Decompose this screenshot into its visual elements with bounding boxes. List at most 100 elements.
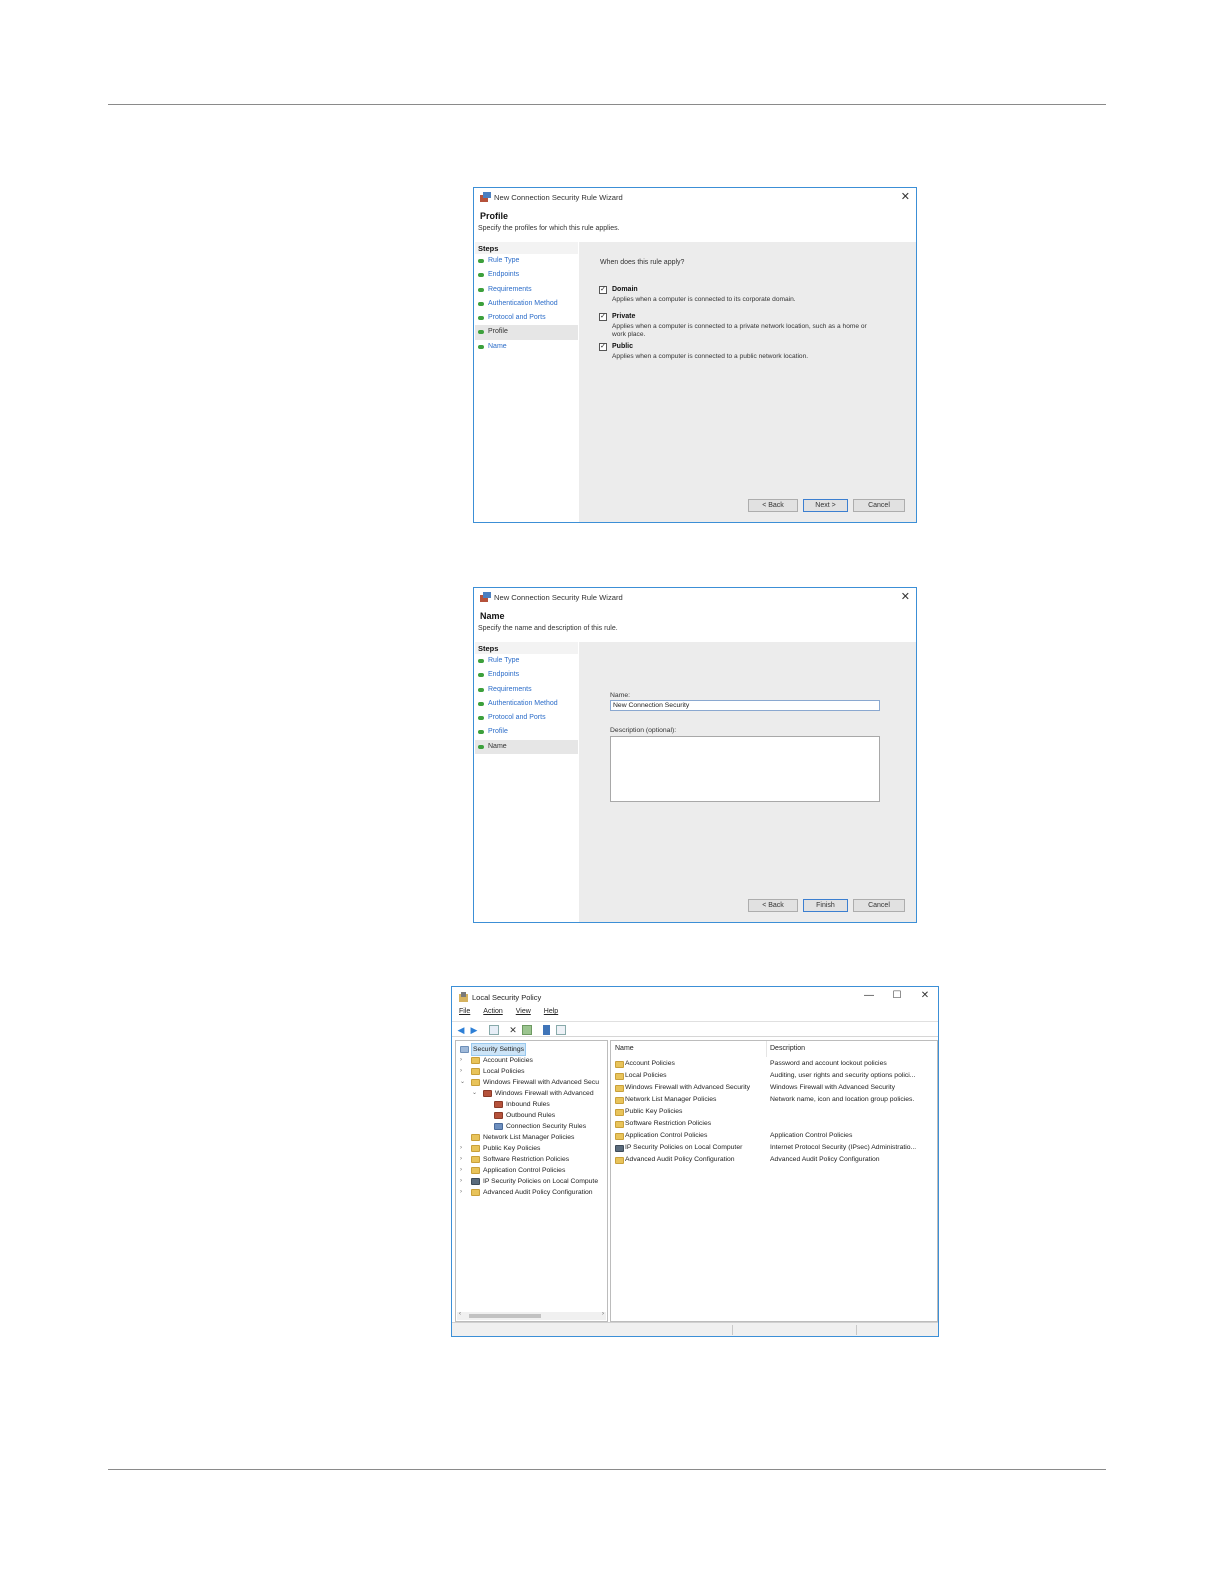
help-icon[interactable] (556, 1025, 566, 1035)
cancel-button[interactable]: Cancel (853, 499, 905, 512)
step-protocol-and-ports[interactable]: Protocol and Ports (475, 311, 578, 325)
folder-icon (471, 1079, 480, 1086)
column-header-name[interactable]: Name (615, 1045, 634, 1052)
page-subtitle: Specify the profiles for which this rule… (478, 225, 620, 232)
export-list-icon[interactable] (522, 1025, 532, 1035)
delete-icon[interactable]: ✕ (508, 1025, 518, 1035)
step-profile[interactable]: Profile (475, 325, 578, 340)
step-endpoints[interactable]: Endpoints (475, 668, 578, 682)
page-heading: Profile (480, 211, 509, 221)
step-bullet-icon (478, 316, 484, 321)
show-hide-tree-icon[interactable] (489, 1025, 499, 1035)
column-header-description[interactable]: Description (770, 1045, 805, 1052)
folder-icon (471, 1145, 480, 1152)
menu-help[interactable]: Help (544, 1008, 558, 1020)
step-requirements[interactable]: Requirements (475, 283, 578, 297)
list-item[interactable]: Account Policies Password and account loc… (611, 1059, 937, 1071)
column-divider[interactable] (766, 1041, 767, 1057)
chevron-down-icon[interactable]: ⌄ (472, 1088, 477, 1099)
step-bullet-icon (478, 273, 484, 278)
step-rule-type[interactable]: Rule Type (475, 654, 578, 668)
step-bullet-icon (478, 701, 484, 706)
close-button[interactable]: ✕ (918, 990, 932, 1001)
chevron-right-icon[interactable]: › (460, 1055, 462, 1066)
wizard-content: Name: New Connection Security Descriptio… (579, 642, 916, 922)
question-text: When does this rule apply? (600, 259, 685, 266)
cancel-button[interactable]: Cancel (853, 899, 905, 912)
chevron-right-icon[interactable]: › (460, 1176, 462, 1187)
option-label: Domain (612, 286, 638, 293)
scroll-left-icon[interactable]: ‹ (459, 1311, 461, 1317)
status-divider (856, 1325, 857, 1335)
folder-icon (615, 1121, 624, 1128)
chevron-right-icon[interactable]: › (460, 1187, 462, 1198)
name-input[interactable]: New Connection Security (610, 700, 880, 711)
list-item[interactable]: Public Key Policies (611, 1107, 937, 1119)
outbound-rules-icon (494, 1112, 503, 1119)
back-button[interactable]: < Back (748, 499, 798, 512)
list-item[interactable]: Windows Firewall with Advanced Security W… (611, 1083, 937, 1095)
forward-arrow-icon[interactable]: ▶ (469, 1025, 479, 1035)
firewall-icon (480, 192, 491, 202)
firewall-icon (483, 1090, 492, 1097)
step-name[interactable]: Name (475, 739, 578, 755)
option-label: Public (612, 343, 634, 350)
step-bullet-icon (478, 659, 484, 663)
chevron-right-icon[interactable]: › (460, 1165, 462, 1176)
list-item[interactable]: Local Policies Auditing, user rights and … (611, 1071, 937, 1083)
list-item[interactable]: Network List Manager Policies Network nam… (611, 1095, 937, 1107)
close-button[interactable]: ✕ (901, 190, 910, 203)
step-protocol-and-ports[interactable]: Protocol and Ports (475, 711, 578, 725)
menu-action[interactable]: Action (483, 1008, 502, 1020)
list-item[interactable]: IP Security Policies on Local Computer In… (611, 1143, 937, 1155)
step-profile[interactable]: Profile (475, 725, 578, 739)
public-checkbox[interactable]: ✓ (599, 343, 607, 351)
description-textarea[interactable] (610, 736, 880, 802)
step-authentication-method[interactable]: Authentication Method (475, 697, 578, 711)
horizontal-scrollbar[interactable]: ‹ › (457, 1311, 606, 1320)
security-policy-icon (459, 992, 468, 1002)
folder-icon (615, 1085, 624, 1092)
step-endpoints[interactable]: Endpoints (475, 268, 578, 282)
folder-icon (471, 1156, 480, 1163)
folder-icon (471, 1057, 480, 1064)
maximize-button[interactable]: ☐ (890, 990, 904, 1001)
properties-icon[interactable] (543, 1025, 550, 1035)
option-description: Applies when a computer is connected to … (612, 353, 809, 360)
list-item[interactable]: Advanced Audit Policy Configuration Advan… (611, 1155, 937, 1167)
step-authentication-method[interactable]: Authentication Method (475, 297, 578, 311)
back-button[interactable]: < Back (748, 899, 798, 912)
folder-icon (471, 1167, 480, 1174)
chevron-down-icon[interactable]: ⌄ (460, 1077, 465, 1088)
window-title: New Connection Security Rule Wizard (494, 593, 623, 602)
window-title: Local Security Policy (472, 993, 542, 1002)
close-button[interactable]: ✕ (901, 590, 910, 603)
menu-view[interactable]: View (516, 1008, 531, 1020)
steps-panel: Steps Rule Type Endpoints Requirements A… (475, 242, 578, 522)
chevron-right-icon[interactable]: › (460, 1143, 462, 1154)
scrollbar-thumb[interactable] (469, 1314, 541, 1318)
step-bullet-icon (478, 730, 484, 735)
scroll-right-icon[interactable]: › (602, 1311, 604, 1317)
step-requirements[interactable]: Requirements (475, 683, 578, 697)
chevron-right-icon[interactable]: › (460, 1154, 462, 1165)
status-bar (452, 1322, 938, 1336)
menu-file[interactable]: File (459, 1008, 470, 1020)
list-item[interactable]: Application Control Policies Application … (611, 1131, 937, 1143)
step-name[interactable]: Name (475, 340, 578, 354)
chevron-right-icon[interactable]: › (460, 1066, 462, 1077)
wizard-content: When does this rule apply? ✓ Domain Appl… (579, 242, 916, 522)
option-description: Applies when a computer is connected to … (612, 323, 867, 338)
minimize-button[interactable]: — (862, 990, 876, 1001)
next-button[interactable]: Next > (803, 499, 848, 512)
back-arrow-icon[interactable]: ◀ (456, 1025, 466, 1035)
steps-heading: Steps (475, 242, 578, 254)
list-item[interactable]: Software Restriction Policies (611, 1119, 937, 1131)
title-bar: Local Security Policy — ☐ ✕ (452, 987, 938, 1007)
page-subtitle: Specify the name and description of this… (478, 625, 618, 632)
finish-button[interactable]: Finish (803, 899, 848, 912)
details-list: Name Description Account Policies Passwor… (610, 1040, 938, 1322)
private-checkbox[interactable]: ✓ (599, 313, 607, 321)
domain-checkbox[interactable]: ✓ (599, 286, 607, 294)
step-rule-type[interactable]: Rule Type (475, 254, 578, 268)
